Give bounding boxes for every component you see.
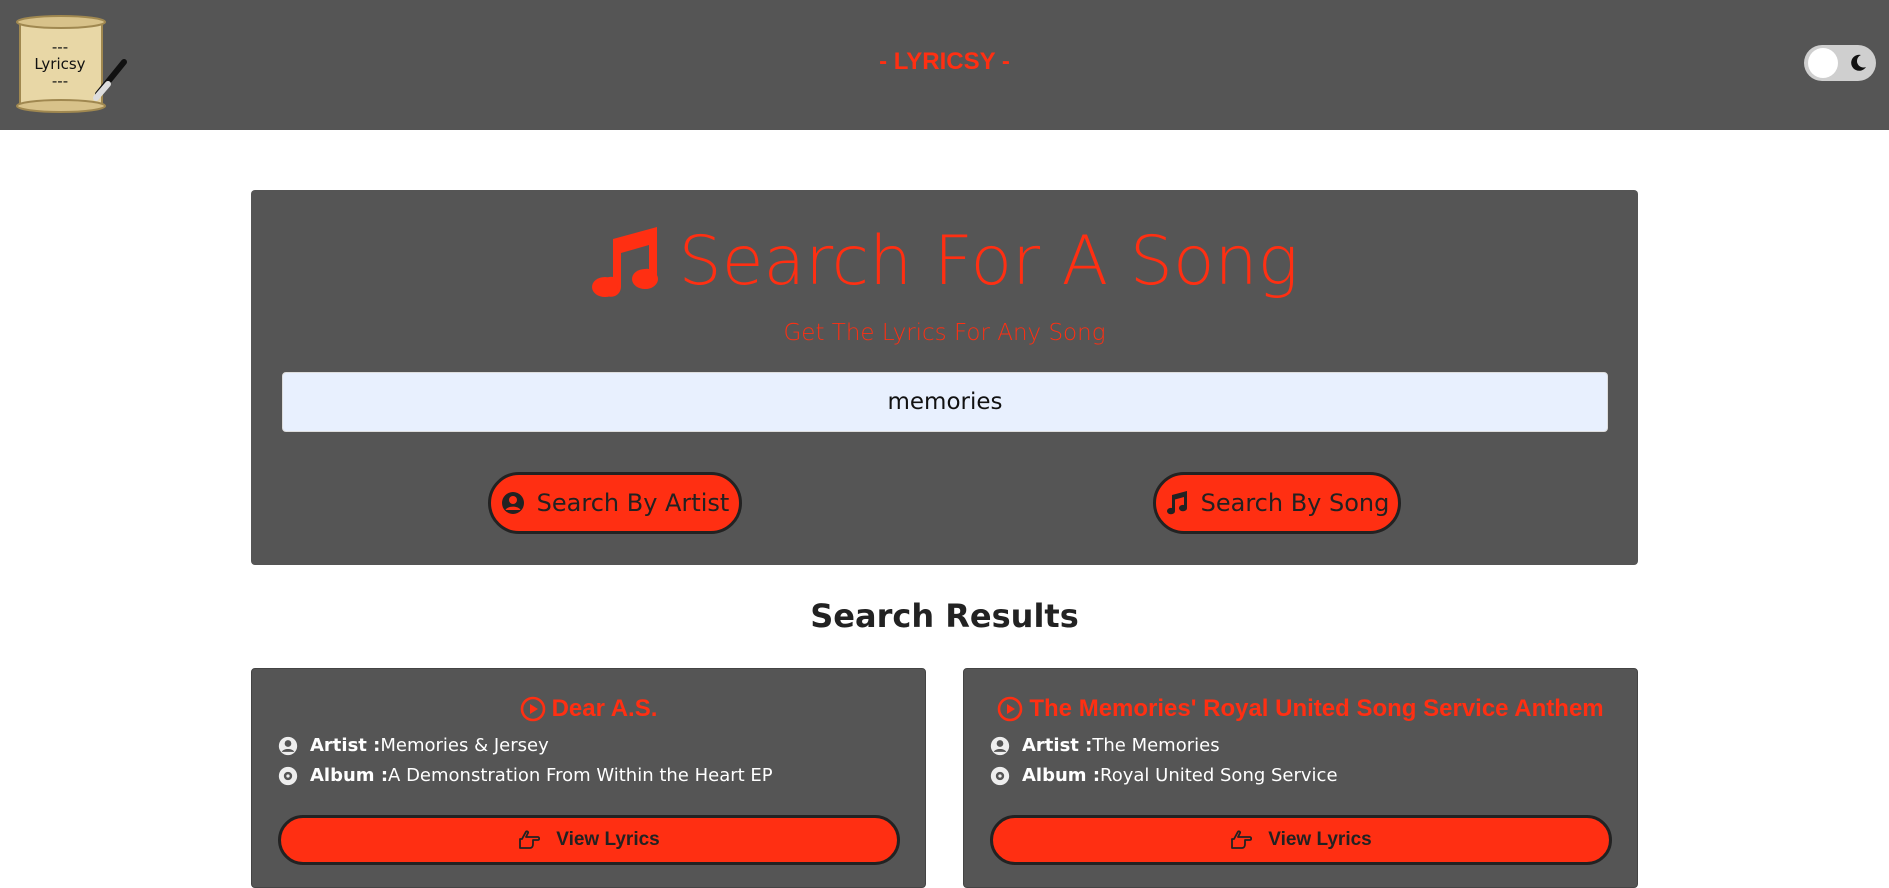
search-by-song-button[interactable]: Search By Song	[1153, 472, 1401, 534]
view-lyrics-label: View Lyrics	[556, 829, 660, 850]
search-panel: Search For A Song Get The Lyrics For Any…	[251, 190, 1638, 565]
album-label: Album :	[310, 765, 389, 786]
navbar: --- Lyricsy --- - LYRICSY -	[0, 0, 1889, 130]
search-input[interactable]	[282, 372, 1608, 432]
music-note-icon	[1165, 491, 1189, 515]
result-title[interactable]: The Memories' Royal United Song Service …	[964, 695, 1637, 723]
artist-label: Artist :	[1022, 735, 1093, 756]
toggle-knob	[1808, 48, 1838, 78]
artist-value: Memories & Jersey	[380, 735, 549, 756]
result-artist: Artist : Memories & Jersey	[278, 735, 549, 756]
moon-icon	[1851, 54, 1866, 71]
play-circle-icon	[520, 696, 546, 722]
disc-icon	[278, 766, 298, 786]
search-by-song-label: Search By Song	[1200, 489, 1390, 517]
result-title-text: The Memories' Royal United Song Service …	[1029, 695, 1604, 722]
hand-pointing-icon	[1230, 830, 1253, 850]
album-value: A Demonstration From Within the Heart EP	[388, 765, 773, 786]
user-circle-icon	[990, 736, 1010, 756]
result-title-text: Dear A.S.	[551, 695, 658, 722]
music-note-icon	[591, 227, 658, 297]
theme-toggle[interactable]	[1804, 45, 1876, 81]
artist-label: Artist :	[310, 735, 381, 756]
play-circle-icon	[997, 696, 1023, 722]
result-album: Album : Royal United Song Service	[990, 765, 1338, 786]
result-card: The Memories' Royal United Song Service …	[963, 668, 1638, 888]
album-label: Album :	[1022, 765, 1101, 786]
hero-subtitle: Get The Lyrics For Any Song	[783, 320, 1106, 346]
artist-value: The Memories	[1092, 735, 1220, 756]
result-album: Album : A Demonstration From Within the …	[278, 765, 773, 786]
user-circle-icon	[278, 736, 298, 756]
hero-title-text: Search For A Song	[678, 222, 1299, 301]
view-lyrics-button[interactable]: View Lyrics	[278, 815, 900, 865]
result-title[interactable]: Dear A.S.	[252, 695, 925, 723]
view-lyrics-button[interactable]: View Lyrics	[990, 815, 1612, 865]
hero-title: Search For A Song	[251, 222, 1638, 302]
brand-title: - LYRICSY -	[879, 48, 1010, 75]
results-heading: Search Results	[810, 597, 1079, 635]
hand-pointing-icon	[518, 830, 541, 850]
search-by-artist-label: Search By Artist	[536, 489, 730, 517]
result-card: Dear A.S. Artist : Memories & Jersey Alb…	[251, 668, 926, 888]
disc-icon	[990, 766, 1010, 786]
view-lyrics-label: View Lyrics	[1268, 829, 1372, 850]
user-circle-icon	[501, 491, 525, 515]
result-artist: Artist : The Memories	[990, 735, 1220, 756]
search-by-artist-button[interactable]: Search By Artist	[488, 472, 742, 534]
album-value: Royal United Song Service	[1100, 765, 1338, 786]
